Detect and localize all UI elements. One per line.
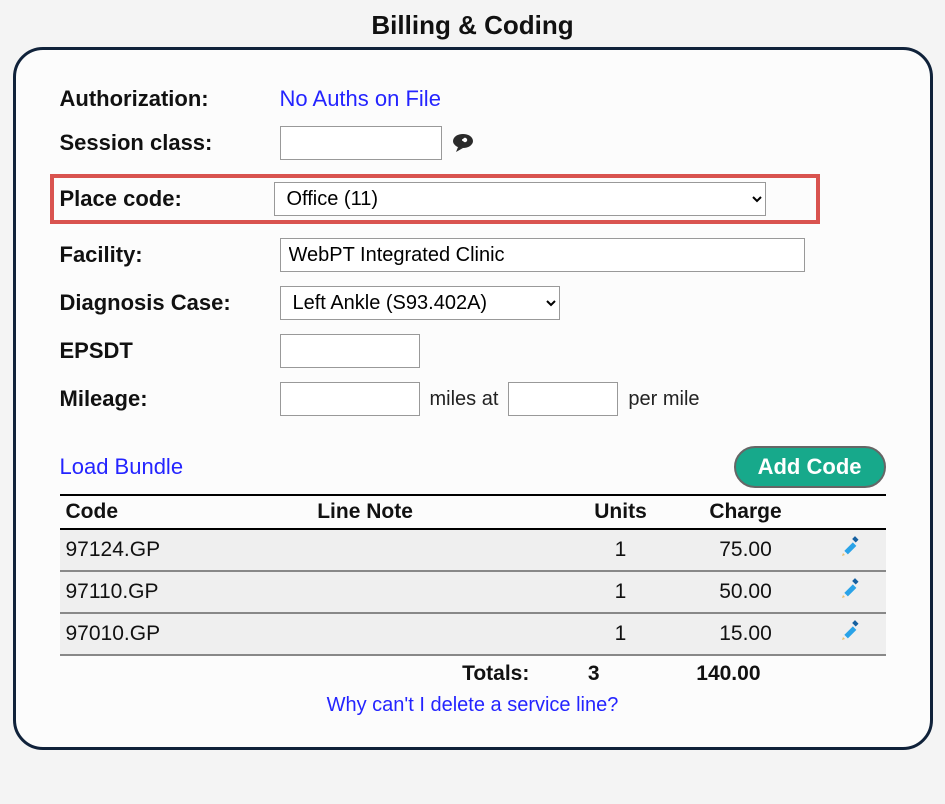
actions-row: Load Bundle Add Code [60, 446, 886, 488]
col-units: Units [566, 495, 676, 529]
pencil-icon[interactable] [840, 538, 862, 563]
page-title: Billing & Coding [10, 10, 935, 41]
totals-charge: 140.00 [652, 656, 805, 692]
cell-units: 1 [566, 613, 676, 655]
session-class-row: Session class: [60, 126, 886, 160]
table-row: 97124.GP 175.00 [60, 529, 886, 571]
facility-input[interactable] [280, 238, 805, 272]
load-bundle-link[interactable]: Load Bundle [60, 454, 184, 480]
col-note: Line Note [311, 495, 565, 529]
place-code-select[interactable]: Office (11) [274, 182, 766, 216]
epsdt-input[interactable] [280, 334, 420, 368]
pencil-icon[interactable] [840, 622, 862, 647]
chat-icon[interactable] [452, 133, 476, 153]
diagnosis-label: Diagnosis Case: [60, 290, 280, 316]
billing-panel: Authorization: No Auths on File Session … [13, 47, 933, 750]
col-charge: Charge [676, 495, 816, 529]
facility-row: Facility: [60, 238, 886, 272]
cell-charge: 15.00 [676, 613, 816, 655]
epsdt-row: EPSDT [60, 334, 886, 368]
mileage-permile-input[interactable] [508, 382, 618, 416]
session-class-label: Session class: [60, 130, 280, 156]
cell-code: 97010.GP [60, 613, 312, 655]
col-edit [816, 495, 886, 529]
totals-row: Totals: 3 140.00 [60, 656, 886, 692]
col-code: Code [60, 495, 312, 529]
totals-label: Totals: [60, 656, 536, 692]
add-code-button[interactable]: Add Code [734, 446, 886, 488]
cell-code: 97124.GP [60, 529, 312, 571]
table-row: 97110.GP 150.00 [60, 571, 886, 613]
cell-note [311, 613, 565, 655]
cell-code: 97110.GP [60, 571, 312, 613]
mileage-permile-text: per mile [628, 388, 699, 411]
mileage-miles-at-text: miles at [430, 388, 499, 411]
place-code-label: Place code: [60, 186, 274, 212]
pencil-icon[interactable] [840, 580, 862, 605]
diagnosis-row: Diagnosis Case: Left Ankle (S93.402A) [60, 286, 886, 320]
table-row: 97010.GP 115.00 [60, 613, 886, 655]
diagnosis-select[interactable]: Left Ankle (S93.402A) [280, 286, 560, 320]
mileage-miles-input[interactable] [280, 382, 420, 416]
place-code-row: Place code: Office (11) [50, 174, 820, 224]
session-class-input[interactable] [280, 126, 442, 160]
cell-units: 1 [566, 529, 676, 571]
totals-units: 3 [535, 656, 652, 692]
cell-note [311, 529, 565, 571]
cell-note [311, 571, 565, 613]
codes-table: Code Line Note Units Charge 97124.GP 175.… [60, 494, 886, 656]
authorization-label: Authorization: [60, 86, 280, 112]
authorization-row: Authorization: No Auths on File [60, 86, 886, 112]
facility-label: Facility: [60, 242, 280, 268]
cell-units: 1 [566, 571, 676, 613]
cell-charge: 75.00 [676, 529, 816, 571]
authorization-link[interactable]: No Auths on File [280, 86, 441, 112]
epsdt-label: EPSDT [60, 338, 280, 364]
delete-service-line-link[interactable]: Why can't I delete a service line? [327, 694, 619, 716]
mileage-label: Mileage: [60, 386, 280, 412]
cell-charge: 50.00 [676, 571, 816, 613]
mileage-row: Mileage: miles at per mile [60, 382, 886, 416]
